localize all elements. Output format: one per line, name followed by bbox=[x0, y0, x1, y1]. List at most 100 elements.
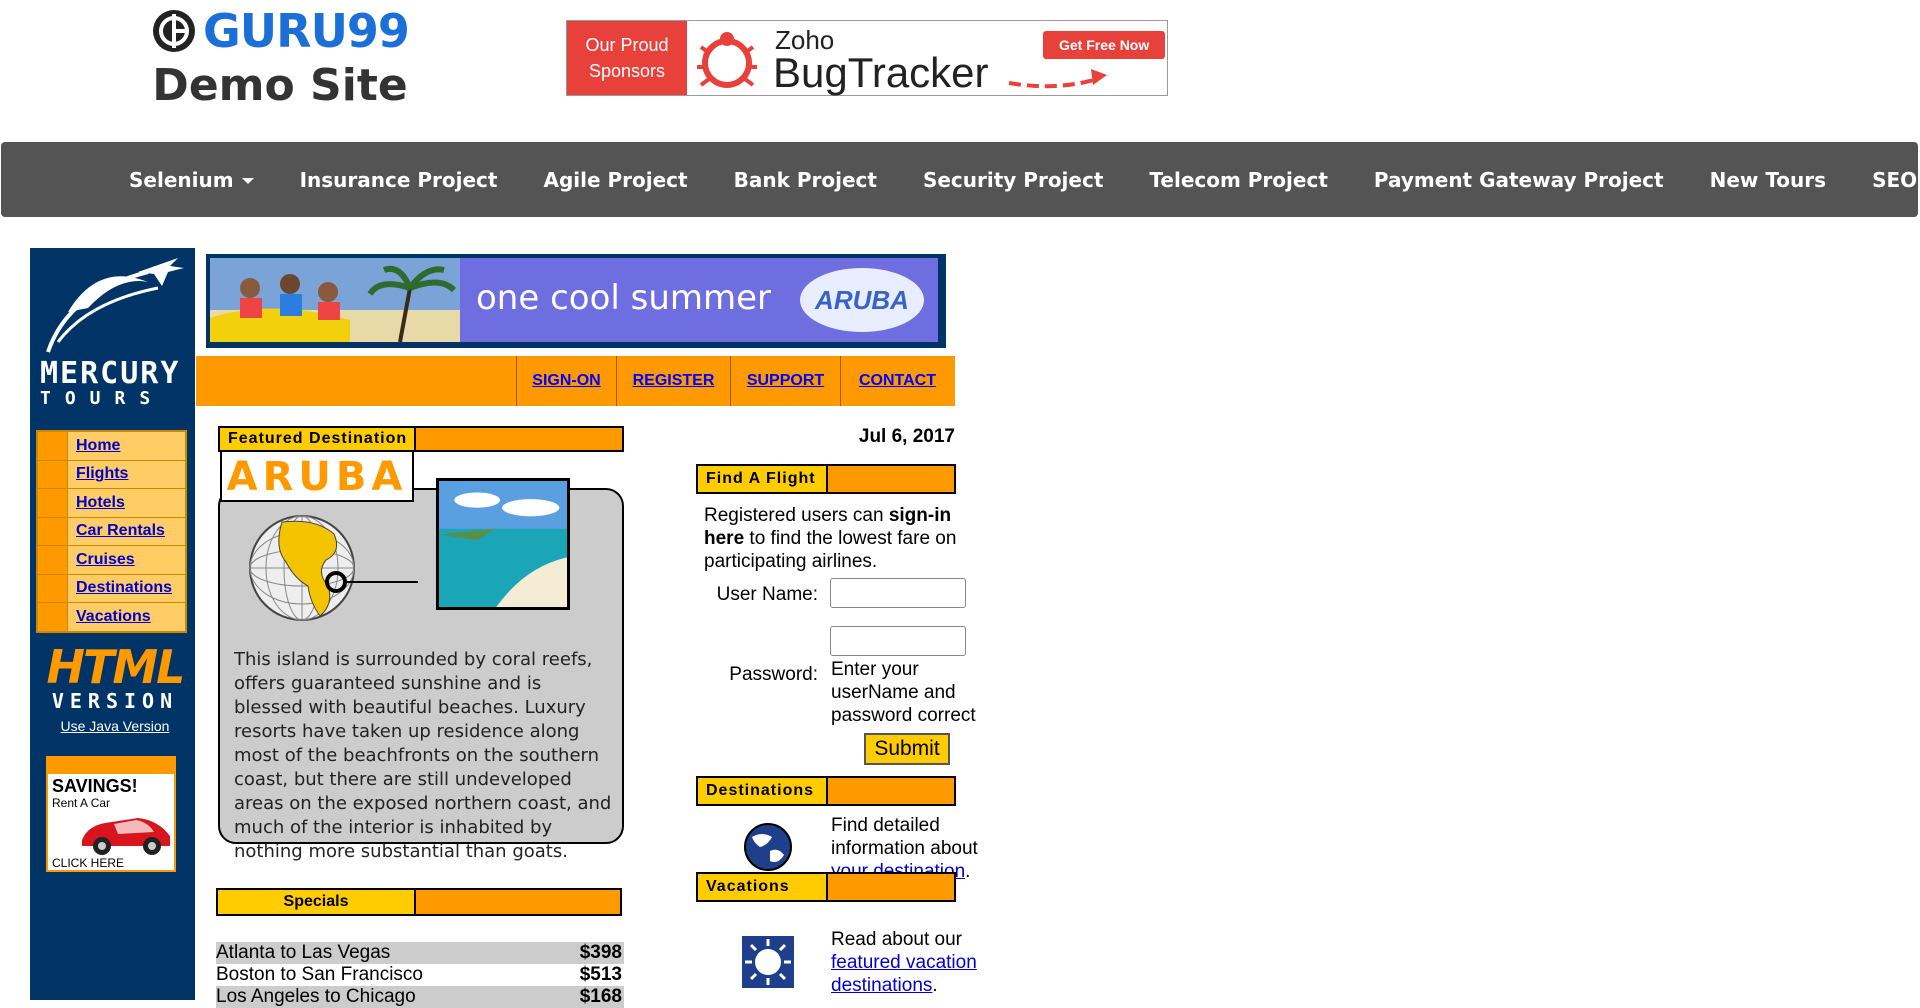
featured-destination: Featured Destination ARUBA This island i… bbox=[218, 426, 658, 888]
vacations-text: Read about our featured vacation destina… bbox=[831, 928, 991, 997]
specials-row: Boston to San Francisco $513 bbox=[216, 964, 624, 986]
password-hint: Enter your userName and password correct bbox=[831, 659, 976, 726]
find-a-flight-header: Find A Flight bbox=[696, 464, 956, 494]
password-input[interactable] bbox=[830, 626, 966, 656]
side-nav-flights: Flights bbox=[38, 460, 185, 489]
side-nav-link-cruises[interactable]: Cruises bbox=[76, 551, 135, 569]
side-nav-link-car-rentals[interactable]: Car Rentals bbox=[76, 522, 165, 540]
login-intro-text: Registered users can sign-in here to fin… bbox=[704, 504, 964, 573]
nav-payment-gateway-project[interactable]: Payment Gateway Project bbox=[1351, 168, 1687, 192]
mercury-tours-page: MERCURY TOURS Home Flights Hotels Car Re… bbox=[30, 248, 978, 1008]
chevron-down-icon bbox=[241, 178, 254, 184]
banner-slogan: one cool summer bbox=[476, 278, 772, 318]
side-nav-link-flights[interactable]: Flights bbox=[76, 465, 128, 483]
submit-button[interactable]: Submit bbox=[864, 733, 950, 765]
demo-site-title: Demo Site bbox=[152, 60, 408, 111]
support-link[interactable]: SUPPORT bbox=[730, 356, 840, 406]
rent-ad-title: SAVINGS! bbox=[52, 776, 138, 796]
destinations-title: Destinations bbox=[698, 778, 828, 804]
ad-sponsor-label: Our Proud Sponsors bbox=[567, 21, 687, 95]
register-link[interactable]: REGISTER bbox=[616, 356, 730, 406]
side-nav-cruises: Cruises bbox=[38, 546, 185, 575]
sign-on-link[interactable]: SIGN-ON bbox=[516, 356, 616, 406]
user-name-input[interactable] bbox=[830, 578, 966, 608]
vacations-title: Vacations bbox=[698, 874, 828, 900]
nav-selenium-label: Selenium bbox=[129, 167, 234, 192]
vacations-text-pre: Read about our bbox=[831, 929, 962, 950]
nav-telecom-project[interactable]: Telecom Project bbox=[1126, 168, 1350, 192]
nav-agile-project[interactable]: Agile Project bbox=[520, 168, 710, 192]
summer-banner[interactable]: one cool summer ARUBA bbox=[206, 254, 946, 348]
vacations-header: Vacations bbox=[696, 872, 956, 902]
specials-row: Atlanta to Las Vegas $398 bbox=[216, 942, 624, 964]
tours-logo-word: TOURS bbox=[40, 388, 165, 409]
destinations-header: Destinations bbox=[696, 776, 956, 806]
side-nav-link-home[interactable]: Home bbox=[76, 437, 120, 455]
rent-ad-click-here: CLICK HERE bbox=[52, 856, 125, 870]
special-price: $168 bbox=[579, 986, 622, 1007]
side-nav: Home Flights Hotels Car Rentals Cruises … bbox=[36, 430, 187, 633]
ad-sponsor-line1: Our Proud bbox=[585, 35, 669, 55]
guru99-logo-icon bbox=[153, 10, 196, 52]
bug-icon bbox=[697, 32, 757, 88]
main-navbar: Selenium Insurance Project Agile Project… bbox=[1, 142, 1918, 217]
html-version-title: HTML bbox=[46, 640, 186, 694]
contact-link[interactable]: CONTACT bbox=[840, 356, 954, 406]
side-nav-destinations: Destinations bbox=[38, 574, 185, 603]
globe-map-icon bbox=[249, 515, 418, 621]
side-nav-vacations: Vacations bbox=[38, 603, 185, 631]
mercury-sidebar: MERCURY TOURS Home Flights Hotels Car Re… bbox=[30, 248, 195, 1000]
html-version-subtitle: VERSION bbox=[51, 689, 179, 713]
aruba-beach-photo bbox=[436, 478, 570, 610]
specials-title: Specials bbox=[218, 890, 416, 914]
specials-list: Atlanta to Las Vegas $398 Boston to San F… bbox=[216, 942, 624, 1008]
dashed-arrow-icon bbox=[1008, 69, 1107, 89]
side-nav-link-destinations[interactable]: Destinations bbox=[76, 579, 172, 597]
side-nav-hotels: Hotels bbox=[38, 489, 185, 518]
nav-bank-project[interactable]: Bank Project bbox=[711, 168, 900, 192]
sponsor-ad-banner[interactable]: Our Proud Sponsors Zoho BugTracker Get F… bbox=[566, 20, 1168, 96]
featured-destination-description: This island is surrounded by coral reefs… bbox=[234, 649, 612, 862]
ad-get-free-now-button[interactable]: Get Free Now bbox=[1043, 31, 1166, 59]
nav-seo[interactable]: SEO bbox=[1849, 168, 1920, 192]
banner-aruba-logo: ARUBA bbox=[800, 268, 924, 332]
ad-sponsor-line2: Sponsors bbox=[588, 61, 666, 81]
beach-photo-image bbox=[210, 258, 460, 342]
globe-icon bbox=[742, 821, 794, 873]
featured-vacation-destinations-link[interactable]: featured vacation destinations bbox=[831, 952, 977, 996]
login-intro-pre: Registered users can bbox=[704, 505, 889, 526]
ad-product: BugTracker bbox=[773, 49, 989, 96]
html-version-badge: HTML VERSION Use Java Version bbox=[40, 644, 190, 734]
featured-destination-name: ARUBA bbox=[220, 452, 414, 502]
side-nav-link-vacations[interactable]: Vacations bbox=[76, 608, 151, 626]
password-label: Password: bbox=[729, 664, 818, 685]
featured-destination-title: Featured Destination bbox=[220, 428, 416, 450]
vacations-text-post: . bbox=[932, 975, 938, 996]
sun-icon bbox=[742, 936, 794, 988]
nav-new-tours[interactable]: New Tours bbox=[1687, 168, 1849, 192]
rent-a-car-ad[interactable]: SAVINGS! Rent A Car CLICK HERE bbox=[46, 756, 176, 872]
guru99-logo-text: GURU99 bbox=[203, 4, 410, 58]
current-date: Jul 6, 2017 bbox=[858, 426, 955, 447]
side-nav-home: Home bbox=[38, 432, 185, 461]
special-price: $513 bbox=[579, 964, 622, 985]
side-nav-link-hotels[interactable]: Hotels bbox=[76, 494, 125, 512]
special-route: Los Angeles to Chicago bbox=[216, 986, 416, 1007]
rent-ad-subtitle: Rent A Car bbox=[52, 796, 111, 810]
nav-seo-label: SEO bbox=[1872, 167, 1918, 192]
use-java-version-link[interactable]: Use Java Version bbox=[40, 718, 190, 734]
special-route: Atlanta to Las Vegas bbox=[216, 942, 391, 963]
nav-selenium[interactable]: Selenium bbox=[106, 168, 277, 192]
specials: Specials Atlanta to Las Vegas $398 Boston… bbox=[216, 888, 624, 1008]
destinations-text-post: . bbox=[965, 861, 971, 882]
guru99-logo-block[interactable]: GURU99 Demo Site bbox=[150, 6, 410, 114]
airplane-logo-icon bbox=[46, 258, 184, 353]
nav-security-project[interactable]: Security Project bbox=[900, 168, 1126, 192]
specials-row: Los Angeles to Chicago $168 bbox=[216, 986, 624, 1008]
car-icon bbox=[82, 818, 170, 855]
top-links-bar: SIGN-ON REGISTER SUPPORT CONTACT bbox=[196, 356, 955, 406]
nav-insurance-project[interactable]: Insurance Project bbox=[277, 168, 521, 192]
destinations-text-pre: Find detailed information about bbox=[831, 815, 978, 859]
special-price: $398 bbox=[579, 942, 622, 963]
mercury-logo-word: MERCURY bbox=[40, 356, 181, 391]
